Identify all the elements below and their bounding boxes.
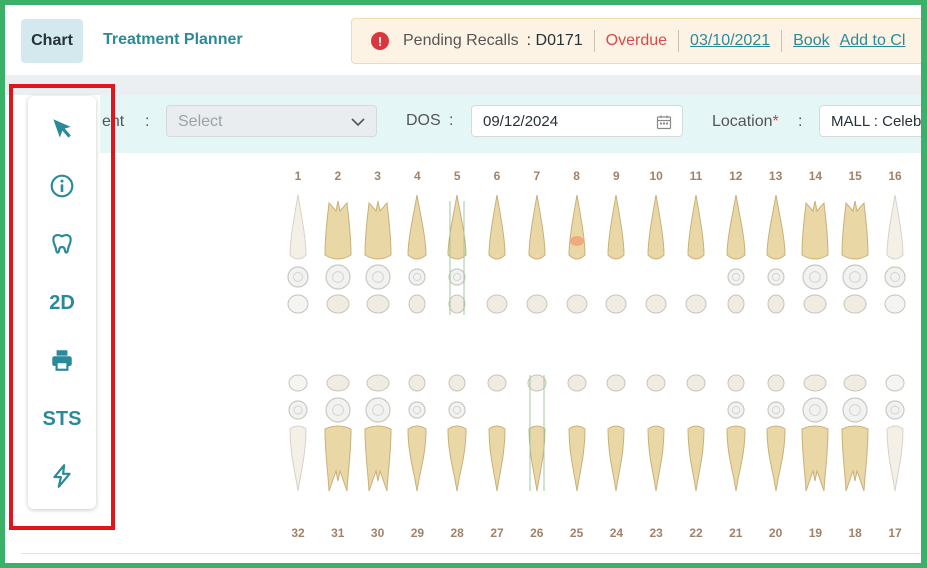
location-label-text: Location xyxy=(712,113,773,130)
tooth-number-26: 26 xyxy=(530,526,544,540)
tooth-23[interactable] xyxy=(636,193,676,513)
tooth-number-15: 15 xyxy=(848,169,862,183)
tooth-18[interactable] xyxy=(835,193,875,513)
tooth-20[interactable] xyxy=(756,193,796,513)
location-colon: : xyxy=(798,113,803,130)
tooth-number-5: 5 xyxy=(453,169,461,183)
lightning-icon xyxy=(53,464,71,488)
tooth-number-29: 29 xyxy=(410,526,425,540)
tooth-number-8: 8 xyxy=(573,169,580,183)
tooth-number-27: 27 xyxy=(490,526,504,540)
tooth-number-4: 4 xyxy=(414,169,421,183)
pointer-icon xyxy=(53,119,71,138)
tooth-number-1: 1 xyxy=(294,169,302,183)
tooth-number-20: 20 xyxy=(768,526,783,540)
2d-view-button[interactable]: 2D xyxy=(28,283,96,323)
tooth-view-button[interactable] xyxy=(28,224,96,264)
tooth-number-21: 21 xyxy=(729,526,743,540)
tooth-number-17: 17 xyxy=(888,526,902,540)
calendar-icon[interactable] xyxy=(656,114,672,130)
required-mark: * xyxy=(772,113,779,130)
tooth-29[interactable] xyxy=(397,193,437,513)
tooth-number-30: 30 xyxy=(370,526,385,540)
location-select[interactable]: MALL : Celeb xyxy=(819,105,921,137)
tooth-number-7: 7 xyxy=(533,169,541,183)
tooth-30[interactable] xyxy=(358,193,398,513)
printer-icon xyxy=(52,350,72,371)
tooth-19[interactable] xyxy=(795,193,835,513)
tooth-chart: 1 2 3 4 5 6 7 8 9 10 11 12 13 14 15 16 32 31 30 29 28 27 26 25 2… xyxy=(5,153,921,563)
tooth-number-11: 11 xyxy=(689,169,703,183)
2d-label: 2D xyxy=(49,291,75,314)
tooth-number-13: 13 xyxy=(768,169,783,183)
chevron-down-icon xyxy=(351,118,365,127)
alert-icon: ! xyxy=(371,32,389,50)
tooth-number-16: 16 xyxy=(888,169,902,183)
tooth-25[interactable] xyxy=(557,193,597,513)
separator-strip xyxy=(5,75,921,95)
sts-label: STS xyxy=(42,407,82,430)
tooth-number-22: 22 xyxy=(689,526,703,540)
recall-status: Overdue xyxy=(605,32,668,49)
patient-select[interactable]: Select xyxy=(166,105,377,137)
sts-button[interactable]: STS xyxy=(28,399,96,439)
tooth-number-3: 3 xyxy=(374,169,381,183)
dos-colon: : xyxy=(449,112,454,129)
tooth-number-6: 6 xyxy=(493,169,501,183)
tooth-number-24: 24 xyxy=(609,526,624,540)
tooth-21[interactable] xyxy=(716,193,756,513)
add-to-clinic-link[interactable]: Add to Cl xyxy=(840,32,906,50)
tooth-number-19: 19 xyxy=(808,526,823,540)
tooth-number-9: 9 xyxy=(613,169,620,183)
tooth-number-25: 25 xyxy=(569,526,584,540)
tooth-27[interactable] xyxy=(477,193,517,513)
patient-colon: : xyxy=(145,113,150,130)
recall-date-link[interactable]: 03/10/2021 xyxy=(690,32,770,50)
info-button[interactable] xyxy=(28,166,96,206)
location-value: MALL : Celeb xyxy=(831,113,921,130)
tab-treatment-planner[interactable]: Treatment Planner xyxy=(103,31,243,49)
app-window: Chart Treatment Planner ! Pending Recall… xyxy=(5,5,921,563)
tooth-number-2: 2 xyxy=(334,169,342,183)
tooth-17[interactable] xyxy=(875,193,915,513)
pending-recalls-bar: ! Pending Recalls : D0171 Overdue 03/10/… xyxy=(351,18,921,64)
tooth-number-18: 18 xyxy=(848,526,862,540)
tooth-24[interactable] xyxy=(596,193,636,513)
select-tool-button[interactable] xyxy=(28,109,96,149)
tooth-number-23: 23 xyxy=(649,526,663,540)
top-bar: Chart Treatment Planner ! Pending Recall… xyxy=(5,5,921,75)
print-button[interactable] xyxy=(28,340,96,380)
book-link[interactable]: Book xyxy=(793,32,829,50)
pending-recalls-label: Pending Recalls xyxy=(403,32,519,49)
select-placeholder: Select xyxy=(178,113,223,130)
tooth-number-10: 10 xyxy=(649,169,663,183)
tooth-number-12: 12 xyxy=(729,169,743,183)
dos-date-input[interactable]: 09/12/2024 xyxy=(471,105,683,137)
quick-action-button[interactable] xyxy=(28,456,96,496)
tooth-number-32: 32 xyxy=(291,526,305,540)
divider xyxy=(21,553,921,554)
tooth-number-31: 31 xyxy=(331,526,345,540)
tooth-32[interactable] xyxy=(278,193,318,513)
location-label: Location* xyxy=(712,113,779,131)
tooth-26[interactable] xyxy=(517,193,557,513)
dos-label: DOS xyxy=(406,112,441,129)
recall-code: : D0171 xyxy=(526,32,583,49)
tab-chart[interactable]: Chart xyxy=(21,19,83,63)
tooth-number-14: 14 xyxy=(808,169,823,183)
dos-value: 09/12/2024 xyxy=(483,113,559,130)
info-icon xyxy=(50,174,74,198)
tooth-number-28: 28 xyxy=(450,526,464,540)
tooth-icon xyxy=(52,233,72,254)
tooth-22[interactable] xyxy=(676,193,716,513)
tooth-31[interactable] xyxy=(318,193,358,513)
divider xyxy=(781,30,783,52)
chart-toolbar: 2D STS xyxy=(28,96,96,509)
tooth-28[interactable] xyxy=(437,193,477,513)
divider xyxy=(678,30,680,52)
divider xyxy=(593,30,595,52)
